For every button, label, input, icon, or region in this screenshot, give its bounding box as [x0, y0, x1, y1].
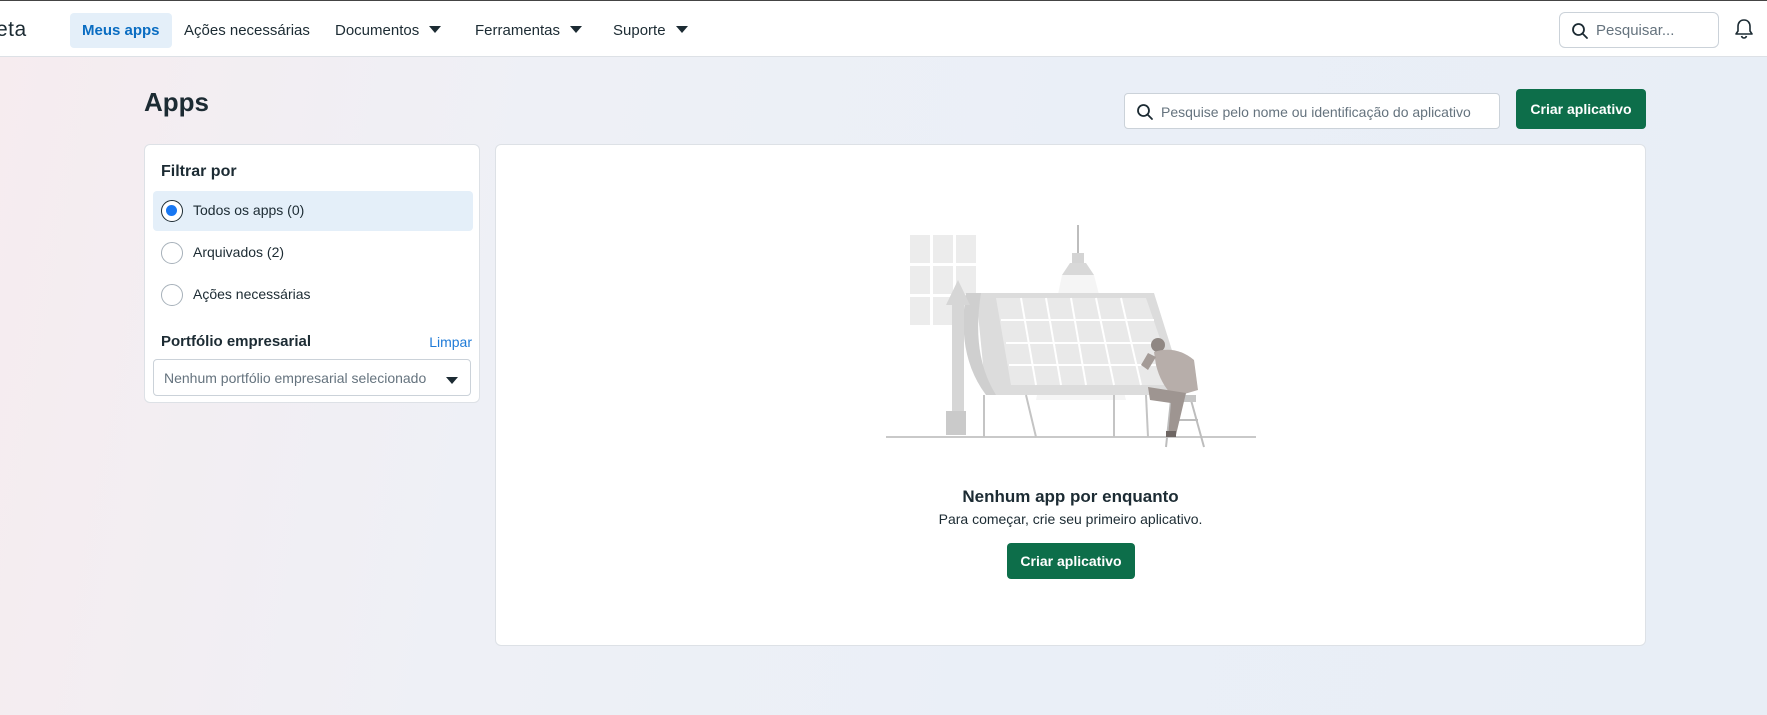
filter-option-label: Ações necessárias [193, 286, 311, 302]
nav-tools[interactable]: Ferramentas [463, 13, 594, 48]
clear-filter-link[interactable]: Limpar [429, 334, 472, 350]
search-icon [1136, 103, 1154, 126]
search-icon [1571, 22, 1589, 45]
nav-actions-needed[interactable]: Ações necessárias [172, 13, 322, 48]
meta-logo[interactable]: eta [0, 18, 27, 42]
chevron-down-icon [429, 25, 442, 33]
nav-my-apps-label: Meus apps [82, 22, 160, 39]
nav-support-label: Suporte [613, 22, 666, 39]
radio-button[interactable] [161, 242, 183, 264]
business-portfolio-placeholder: Nenhum portfólio empresarial selecionado [164, 370, 427, 386]
filter-option-label: Todos os apps (0) [193, 202, 305, 218]
empty-state-title: Nenhum app por enquanto [962, 487, 1179, 506]
nav-tools-label: Ferramentas [475, 22, 561, 39]
chevron-down-icon [570, 25, 583, 33]
chevron-down-icon [675, 25, 688, 33]
create-app-button[interactable]: Criar aplicativo [1516, 89, 1646, 129]
nav-actions-needed-label: Ações necessárias [184, 22, 310, 39]
nav-support[interactable]: Suporte [601, 13, 700, 48]
create-app-button-empty-state[interactable]: Criar aplicativo [1007, 543, 1135, 579]
filter-panel: Filtrar por Todos os apps (0) Arquivados… [144, 144, 480, 403]
business-portfolio-select[interactable]: Nenhum portfólio empresarial selecionado [153, 359, 471, 396]
filter-option-archived[interactable]: Arquivados (2) [153, 233, 473, 273]
page-title: Apps [144, 87, 209, 117]
radio-button[interactable] [161, 284, 183, 306]
chevron-down-icon [446, 377, 458, 384]
notifications-bell-icon[interactable] [1733, 18, 1755, 45]
nav-documents[interactable]: Documentos [323, 13, 453, 48]
filter-option-label: Arquivados (2) [193, 244, 285, 260]
radio-button-selected[interactable] [161, 200, 183, 222]
empty-state-illustration [886, 225, 1256, 448]
filter-option-all-apps[interactable]: Todos os apps (0) [153, 191, 473, 231]
app-search-box[interactable] [1124, 93, 1500, 129]
filter-option-actions-needed[interactable]: Ações necessárias [153, 275, 473, 315]
global-search-box[interactable] [1559, 12, 1719, 48]
business-portfolio-title: Portfólio empresarial [161, 333, 312, 350]
empty-state-subtitle: Para começar, crie seu primeiro aplicati… [938, 511, 1203, 527]
apps-list-panel: Nenhum app por enquanto Para começar, cr… [495, 144, 1646, 646]
nav-my-apps[interactable]: Meus apps [70, 13, 172, 48]
nav-documents-label: Documentos [335, 22, 420, 39]
global-search-input[interactable] [1596, 20, 1714, 40]
filter-title: Filtrar por [161, 163, 237, 180]
app-search-input[interactable] [1161, 102, 1491, 122]
top-navigation-bar: eta Meus apps Ações necessárias Document… [0, 0, 1767, 57]
